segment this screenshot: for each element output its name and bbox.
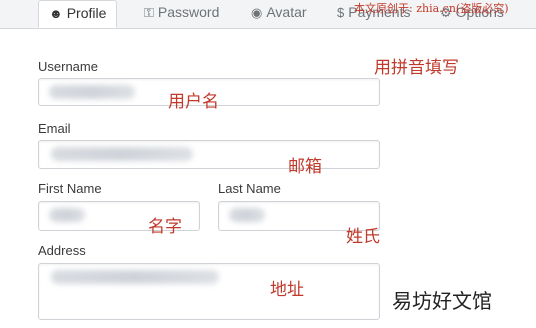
brand-watermark: 易坊好文馆 xyxy=(390,285,494,314)
tab-avatar[interactable]: ◉ Avatar xyxy=(251,0,307,28)
address-label: Address xyxy=(38,243,86,258)
last-name-label: Last Name xyxy=(218,181,281,196)
tab-password-label: Password xyxy=(157,4,220,20)
tab-password[interactable]: ⚿ Password xyxy=(144,0,219,28)
email-annotation: 邮箱 xyxy=(288,157,322,176)
avatar-icon: ◉ xyxy=(251,5,263,20)
first-name-redacted-value xyxy=(49,208,85,222)
first-name-annotation: 名字 xyxy=(148,217,182,236)
email-label: Email xyxy=(38,121,71,136)
user-icon: ☻ xyxy=(49,6,63,21)
profile-form: Username 用拼音填写 用户名 Email 邮箱 First Name L… xyxy=(0,29,536,328)
address-redacted-value xyxy=(51,270,219,284)
username-hint-annotation: 用拼音填写 xyxy=(374,58,459,77)
tab-profile[interactable]: ☻ Profile xyxy=(38,0,118,28)
address-annotation: 地址 xyxy=(270,280,304,299)
tab-avatar-label: Avatar xyxy=(266,4,307,20)
tab-profile-label: Profile xyxy=(66,5,107,21)
last-name-annotation: 姓氏 xyxy=(346,227,380,246)
address-textarea[interactable] xyxy=(38,263,380,320)
key-icon: ⚿ xyxy=(144,5,154,20)
first-name-label: First Name xyxy=(38,181,102,196)
email-redacted-value xyxy=(51,147,193,161)
dollar-icon: $ xyxy=(337,5,345,20)
profile-tab-bar: ☻ Profile ⚿ Password ◉ Avatar $ Payments ⚙ Op… xyxy=(0,0,536,29)
username-annotation: 用户名 xyxy=(168,92,219,111)
username-redacted-value xyxy=(49,85,135,99)
username-label: Username xyxy=(38,59,98,74)
copyright-watermark: 本文原创于: zhia.cn(盗版必究) xyxy=(354,2,509,15)
email-field[interactable] xyxy=(38,140,380,169)
last-name-redacted-value xyxy=(229,208,265,222)
